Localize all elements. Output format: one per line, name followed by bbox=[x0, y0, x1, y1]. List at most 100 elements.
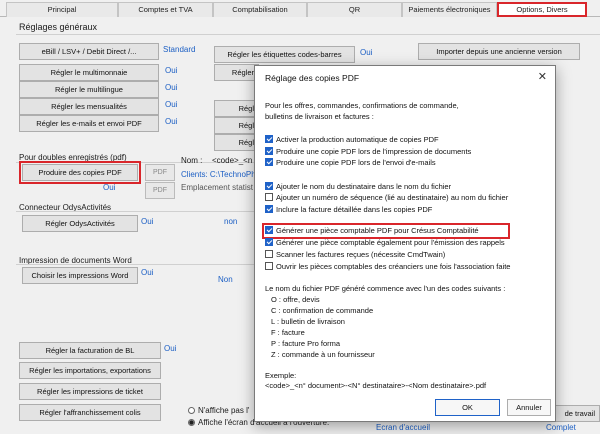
word-value-2[interactable]: Non bbox=[218, 275, 233, 284]
barcode-labels-value[interactable]: Oui bbox=[360, 48, 372, 57]
close-icon[interactable]: ✕ bbox=[538, 70, 547, 83]
bl-billing-button[interactable]: Régler la facturation de BL bbox=[19, 342, 161, 359]
divider bbox=[16, 34, 600, 35]
checkbox-icon bbox=[265, 193, 273, 201]
word-prints-button[interactable]: Choisir les impressions Word bbox=[22, 267, 138, 284]
produce-pdf-value[interactable]: Oui bbox=[103, 183, 115, 192]
mid-button-3[interactable]: Régl bbox=[214, 100, 259, 117]
radio-no-home-label: N'affiche pas l' bbox=[198, 406, 250, 415]
tab-comptabilisation[interactable]: Comptabilisation bbox=[213, 2, 307, 17]
mensualites-button[interactable]: Régler les mensualités bbox=[19, 98, 159, 115]
bl-billing-value[interactable]: Oui bbox=[164, 344, 176, 353]
checkbox-icon bbox=[265, 226, 273, 234]
pdf-section-title: Pour doubles enregistrés (pdf) bbox=[19, 153, 127, 162]
code-item: L : bulletin de livraison bbox=[271, 317, 345, 326]
checkbox-accounting-piece[interactable]: Générer une pièce comptable PDF pour Cré… bbox=[262, 223, 510, 239]
checkbox-label: Générer une pièce comptable également po… bbox=[276, 238, 505, 247]
produce-pdf-copies-button[interactable]: Produire des copies PDF bbox=[19, 161, 141, 184]
checkbox-label: Ajouter un numéro de séquence (lié au de… bbox=[276, 193, 509, 202]
dialog-intro-1: Pour les offres, commandes, confirmation… bbox=[265, 101, 459, 110]
import-export-button[interactable]: Régler les importations, exportations bbox=[19, 362, 161, 379]
radio-icon bbox=[188, 407, 195, 414]
name-label: Nom : bbox=[181, 156, 203, 165]
example-text: <code>_<n° document>-<N° destinataire>-<… bbox=[265, 381, 487, 390]
odys-button[interactable]: Régler OdysActivités bbox=[22, 215, 138, 232]
divider bbox=[16, 211, 254, 212]
pdf-icon[interactable]: PDF bbox=[145, 164, 175, 181]
checkbox-label: Produire une copie PDF lors de l'impress… bbox=[276, 147, 472, 156]
radio-icon bbox=[188, 419, 195, 426]
checkbox-icon bbox=[265, 147, 273, 155]
checkbox-label: Activer la production automatique de cop… bbox=[276, 135, 439, 144]
cancel-button[interactable]: Annuler bbox=[507, 399, 551, 416]
code-item: P : facture Pro forma bbox=[271, 339, 341, 348]
odys-value[interactable]: Oui bbox=[141, 217, 153, 226]
checkbox-label: Produire une copie PDF lors de l'envoi d… bbox=[276, 158, 436, 167]
checkbox-auto-pdf[interactable]: Activer la production automatique de cop… bbox=[265, 135, 439, 145]
home-screen-link[interactable]: Ecran d'accueil bbox=[376, 423, 430, 432]
location-label: Emplacement statist bbox=[181, 183, 254, 192]
checkbox-scan-invoices[interactable]: Scanner les factures reçues (nécessite C… bbox=[265, 250, 445, 260]
workspace-button[interactable]: de travail bbox=[553, 405, 600, 422]
pdf-icon[interactable]: PDF bbox=[145, 182, 175, 199]
checkbox-open-creditor-pieces[interactable]: Ouvrir les pièces comptables des créanci… bbox=[265, 262, 510, 272]
dialog-intro-2: bulletins de livraison et factures : bbox=[265, 112, 374, 121]
codes-intro: Le nom du fichier PDF généré commence av… bbox=[265, 284, 506, 293]
checkbox-sequence-number[interactable]: Ajouter un numéro de séquence (lié au de… bbox=[265, 193, 508, 203]
checkbox-reminders-piece[interactable]: Générer une pièce comptable également po… bbox=[265, 238, 505, 248]
checkbox-pdf-email[interactable]: Produire une copie PDF lors de l'envoi d… bbox=[265, 158, 436, 168]
mid-button-2[interactable]: Régler bbox=[214, 64, 259, 81]
ticket-printing-button[interactable]: Régler les impressions de ticket bbox=[19, 383, 161, 400]
divider bbox=[16, 264, 254, 265]
odys-value-2[interactable]: non bbox=[224, 217, 237, 226]
name-value: <code>_<n bbox=[212, 156, 253, 165]
multilingue-value[interactable]: Oui bbox=[165, 83, 177, 92]
emails-pdf-value[interactable]: Oui bbox=[165, 117, 177, 126]
mensualites-value[interactable]: Oui bbox=[165, 100, 177, 109]
parcel-postage-button[interactable]: Régler l'affranchissement colis bbox=[19, 404, 161, 421]
code-item: Z : commande à un fournisseur bbox=[271, 350, 375, 359]
checkbox-recipient-name[interactable]: Ajouter le nom du destinataire dans le n… bbox=[265, 182, 451, 192]
checkbox-icon bbox=[265, 135, 273, 143]
checkbox-icon bbox=[265, 158, 273, 166]
mid-button-5[interactable]: Régl bbox=[214, 134, 259, 151]
multimonnaie-button[interactable]: Régler le multimonnaie bbox=[19, 64, 159, 81]
checkbox-label: Inclure la facture détaillée dans les co… bbox=[276, 205, 433, 214]
checkbox-icon bbox=[265, 250, 273, 258]
tab-options-divers[interactable]: Options, Divers bbox=[497, 2, 587, 17]
import-old-version-button[interactable]: Importer depuis une ancienne version bbox=[418, 43, 580, 60]
barcode-labels-button[interactable]: Régler les étiquettes codes-barres bbox=[214, 46, 355, 63]
checkbox-detailed-invoice[interactable]: Inclure la facture détaillée dans les co… bbox=[265, 205, 432, 215]
tab-paiements[interactable]: Paiements électroniques bbox=[402, 2, 497, 17]
code-item: C : confirmation de commande bbox=[271, 306, 374, 315]
checkbox-label: Générer une pièce comptable PDF pour Cré… bbox=[276, 226, 479, 235]
mid-button-4[interactable]: Régl bbox=[214, 117, 259, 134]
tab-bar: Principal Comptes et TVA Comptabilisatio… bbox=[0, 0, 600, 17]
general-settings-title: Réglages généraux bbox=[19, 22, 98, 32]
tab-comptes-tva[interactable]: Comptes et TVA bbox=[118, 2, 213, 17]
ok-button[interactable]: OK bbox=[435, 399, 500, 416]
checkbox-pdf-print[interactable]: Produire une copie PDF lors de l'impress… bbox=[265, 147, 471, 157]
tab-qr[interactable]: QR bbox=[307, 2, 402, 17]
multimonnaie-value[interactable]: Oui bbox=[165, 66, 177, 75]
checkbox-icon bbox=[265, 262, 273, 270]
checkbox-icon bbox=[265, 205, 273, 213]
pdf-copies-dialog: Réglage des copies PDF ✕ Pour les offres… bbox=[254, 65, 556, 422]
complete-link[interactable]: Complet bbox=[546, 423, 576, 432]
checkbox-icon bbox=[265, 238, 273, 246]
radio-no-home[interactable]: N'affiche pas l' bbox=[188, 406, 249, 415]
tab-principal[interactable]: Principal bbox=[6, 2, 118, 17]
code-item: F : facture bbox=[271, 328, 305, 337]
multilingue-button[interactable]: Régler le multilingue bbox=[19, 81, 159, 98]
code-item: O : offre, devis bbox=[271, 295, 320, 304]
checkbox-label: Ajouter le nom du destinataire dans le n… bbox=[276, 182, 452, 191]
word-value[interactable]: Oui bbox=[141, 268, 153, 277]
ebill-value[interactable]: Standard bbox=[163, 45, 195, 54]
checkbox-label: Ouvrir les pièces comptables des créanci… bbox=[276, 262, 511, 271]
dialog-title: Réglage des copies PDF bbox=[265, 73, 360, 83]
checkbox-icon bbox=[265, 182, 273, 190]
ebill-button[interactable]: eBill / LSV+ / Debit Direct /... bbox=[19, 43, 159, 60]
emails-pdf-button[interactable]: Régler les e-mails et envoi PDF bbox=[19, 115, 159, 132]
checkbox-label: Scanner les factures reçues (nécessite C… bbox=[276, 250, 446, 259]
clients-path[interactable]: Clients: C:\TechnoPh bbox=[181, 170, 256, 179]
